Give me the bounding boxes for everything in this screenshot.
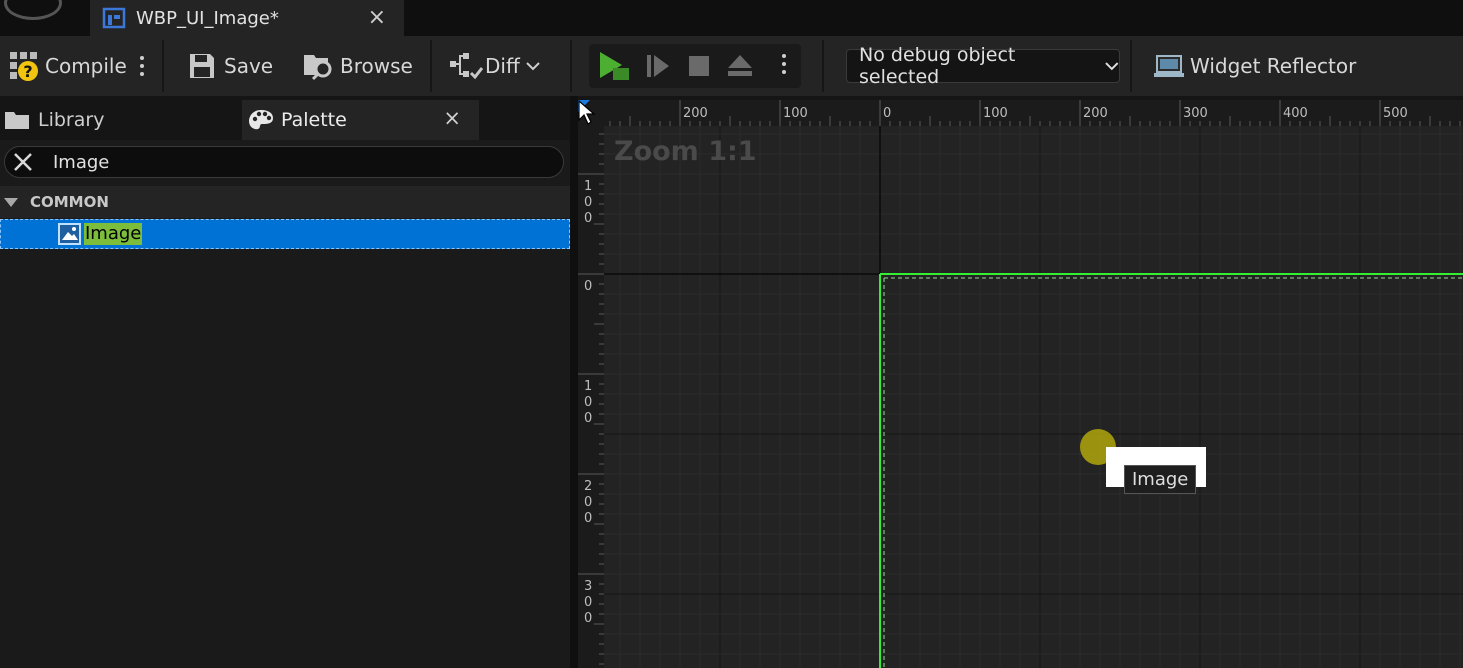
tab-palette[interactable]: Palette × bbox=[242, 100, 479, 140]
ruler-label: 0 bbox=[584, 195, 592, 210]
widget-reflector-button[interactable]: Widget Reflector bbox=[1154, 36, 1356, 96]
compile-status-unknown-icon: ? bbox=[10, 52, 38, 81]
close-tab-icon[interactable]: × bbox=[368, 5, 386, 30]
ruler-label: 0 bbox=[584, 495, 592, 510]
designer-canvas[interactable]: 200100010020030040050010001002003004 Zoo… bbox=[578, 100, 1463, 668]
toolbar-divider bbox=[1130, 40, 1132, 92]
document-tab-title: WBP_UI_Image* bbox=[136, 7, 279, 29]
save-label: Save bbox=[224, 54, 274, 78]
zoom-level: Zoom 1:1 bbox=[614, 136, 757, 167]
widget-reflector-icon bbox=[1154, 55, 1184, 77]
frame-skip-icon[interactable] bbox=[645, 53, 671, 79]
expand-triangle-icon bbox=[4, 197, 18, 207]
compile-options-menu[interactable] bbox=[135, 36, 149, 96]
main-toolbar: ? Compile Save Browse Diff No debug obje… bbox=[0, 36, 1463, 96]
more-options-icon bbox=[135, 56, 149, 76]
play-in-editor-icon[interactable] bbox=[597, 50, 631, 82]
image-widget-icon bbox=[58, 223, 81, 245]
ruler-label: 0 bbox=[883, 106, 891, 121]
eject-icon[interactable] bbox=[727, 54, 753, 78]
widget-blueprint-icon bbox=[102, 7, 126, 29]
play-controls bbox=[589, 44, 801, 88]
save-button[interactable]: Save bbox=[188, 36, 273, 96]
ruler-label: 100 bbox=[783, 106, 808, 121]
diff-label: Diff bbox=[485, 54, 520, 78]
ruler-label: 2 bbox=[584, 479, 592, 494]
ruler-label: 500 bbox=[1383, 106, 1408, 121]
clear-search-icon[interactable] bbox=[13, 152, 33, 172]
toolbar-divider bbox=[822, 40, 824, 92]
ruler-label: 0 bbox=[584, 411, 592, 426]
ruler-label: 3 bbox=[584, 579, 592, 594]
tab-library-label: Library bbox=[38, 109, 105, 131]
search-value: Image bbox=[53, 151, 110, 173]
ruler-label: 1 bbox=[584, 379, 592, 394]
drag-tooltip: Image bbox=[1124, 465, 1197, 494]
unreal-logo-icon[interactable] bbox=[4, 0, 62, 20]
compile-button[interactable]: ? Compile bbox=[8, 36, 127, 96]
panel-splitter[interactable] bbox=[570, 96, 578, 668]
browse-icon bbox=[304, 55, 332, 81]
ruler-label: 0 bbox=[584, 395, 592, 410]
browse-label: Browse bbox=[340, 54, 413, 78]
play-options-icon[interactable] bbox=[777, 54, 791, 74]
category-common-label: COMMON bbox=[30, 193, 109, 211]
palette-icon bbox=[249, 110, 273, 130]
compile-label: Compile bbox=[45, 54, 127, 78]
toolbar-divider bbox=[430, 40, 432, 92]
diff-button[interactable]: Diff bbox=[449, 36, 540, 96]
toolbar-divider bbox=[162, 40, 164, 92]
ruler-label: 0 bbox=[584, 595, 592, 610]
close-palette-icon[interactable]: × bbox=[443, 106, 461, 130]
debug-object-value: No debug object selected bbox=[859, 44, 1016, 88]
folder-icon bbox=[5, 112, 29, 129]
ruler-label: 0 bbox=[584, 211, 592, 226]
stop-icon[interactable] bbox=[688, 55, 710, 77]
ruler-label: 0 bbox=[584, 611, 592, 626]
category-common[interactable]: COMMON bbox=[0, 186, 570, 218]
chevron-down-icon bbox=[1105, 62, 1119, 71]
ruler-label: 200 bbox=[1083, 106, 1108, 121]
diff-icon bbox=[450, 53, 483, 80]
save-icon bbox=[190, 54, 214, 78]
ruler-label: 300 bbox=[1183, 106, 1208, 121]
designer-grid: 200100010020030040050010001002003004 bbox=[578, 100, 1463, 668]
mouse-cursor-icon bbox=[578, 100, 596, 125]
document-tab-strip: WBP_UI_Image* × bbox=[0, 0, 1463, 36]
ruler-label: 1 bbox=[584, 179, 592, 194]
ruler-label: 400 bbox=[1283, 106, 1308, 121]
chevron-down-icon bbox=[526, 62, 540, 71]
ruler-label: 0 bbox=[584, 511, 592, 526]
toolbar-divider bbox=[570, 40, 572, 92]
grid-lines bbox=[578, 100, 1463, 668]
palette-search-input[interactable]: Image bbox=[4, 146, 564, 178]
ruler-label: 200 bbox=[683, 106, 708, 121]
widget-reflector-label: Widget Reflector bbox=[1190, 54, 1357, 78]
debug-object-select[interactable]: No debug object selected bbox=[846, 44, 1120, 88]
drag-tooltip-label: Image bbox=[1132, 469, 1189, 490]
browse-button[interactable]: Browse bbox=[302, 36, 413, 96]
palette-item-image[interactable]: Image bbox=[0, 219, 570, 249]
panel-tab-bar: Library Palette × bbox=[0, 96, 570, 140]
tab-library[interactable]: Library bbox=[0, 100, 240, 140]
ruler-label: 100 bbox=[983, 106, 1008, 121]
ruler-label: 0 bbox=[584, 279, 592, 294]
svg-text:?: ? bbox=[23, 62, 32, 81]
document-tab[interactable]: WBP_UI_Image* × bbox=[90, 0, 404, 36]
palette-panel: Library Palette × Image COMMON Image bbox=[0, 96, 570, 668]
tab-palette-label: Palette bbox=[281, 109, 347, 131]
palette-item-image-label: Image bbox=[84, 223, 143, 245]
